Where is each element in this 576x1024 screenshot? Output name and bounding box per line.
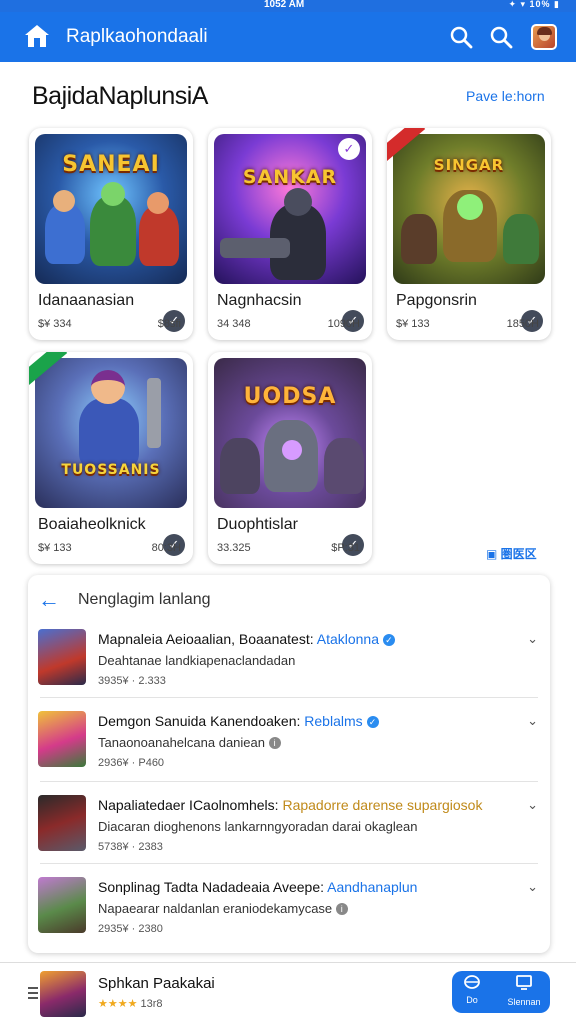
- game-thumbnail: [38, 629, 86, 685]
- info-icon: i: [335, 903, 348, 915]
- list-item-meta: 5738¥ · 2383: [98, 841, 163, 853]
- info-icon: i: [268, 737, 281, 749]
- list-item-tag[interactable]: Rapadorre darense supargiosok: [282, 797, 482, 813]
- rating: ★★★★ 13r8: [98, 997, 163, 1010]
- list-item-title: Demgon Sanuida Kanendoaken: Reblalms ✓: [98, 713, 379, 729]
- game-thumbnail: [38, 877, 86, 933]
- play-button[interactable]: Do: [462, 975, 482, 1005]
- game-name: Duophtislar: [217, 516, 298, 533]
- now-playing-bar: Sphkan Paakakai ★★★★ 13r8 Do Slennan: [0, 962, 576, 1024]
- list-item-tag[interactable]: Reblalms: [304, 713, 362, 729]
- game-card[interactable]: SANKAR ✓ ✓ Nagnhacsin 34 348 1090H: [208, 128, 372, 340]
- list-item-meta: 2936¥ · P460: [98, 757, 165, 769]
- divider: [40, 697, 538, 698]
- status-bar: 1052 AM ✦ ▾ 10% ▮: [0, 0, 576, 12]
- search-icon[interactable]: [448, 24, 474, 50]
- view-more-link[interactable]: ▣ 圏医区: [486, 545, 537, 562]
- list-item-title: Mapnaleia Aeioaalian, Boaanatest: Ataklo…: [98, 631, 395, 647]
- game-price: $¥ 334: [38, 318, 72, 330]
- app-title: Raplkaohondaali: [66, 26, 208, 47]
- game-logo: TUOSSANIS: [61, 462, 161, 478]
- list-item-description: Tanaonoanahelcana daniean i: [98, 735, 281, 750]
- game-name: Idanaanasian: [38, 292, 135, 309]
- game-card[interactable]: UODSA ✓ Duophtislar 33.325 $P:31: [208, 352, 372, 564]
- list-item[interactable]: Sonplinag Tadta Nadadeaia Aveepe: Aandha…: [28, 863, 550, 945]
- list-item-description: Diacaran dioghenons lankarnngyoradan dar…: [98, 819, 418, 834]
- status-time: 1052 AM: [264, 0, 305, 10]
- game-name: Papgonsrin: [396, 292, 477, 309]
- game-name: Nagnhacsin: [217, 292, 302, 309]
- game-price: 34 348: [217, 318, 251, 330]
- chevron-down-icon[interactable]: ⌄: [527, 713, 538, 729]
- game-thumbnail: [38, 711, 86, 767]
- game-name: Boaiaheolknick: [38, 516, 146, 533]
- list-item[interactable]: Napaliatedaer ICaolnomhels: Rapadorre da…: [28, 781, 550, 863]
- game-size: 1090H: [327, 318, 360, 330]
- favorite-badge-icon[interactable]: ✓: [338, 138, 360, 160]
- game-artwork: TUOSSANIS: [35, 358, 187, 508]
- section-title: BajidaNaplunsiA: [32, 82, 208, 110]
- app-bar: Raplkaohondaali: [0, 12, 576, 62]
- list-item-description: Napaearar naldanlan eraniodekamycase i: [98, 901, 348, 916]
- screen-button[interactable]: Slennan: [506, 975, 542, 1007]
- verified-icon: ✓: [382, 634, 395, 646]
- section-link[interactable]: Pave le:horn: [466, 88, 545, 104]
- game-price: $¥ 133: [396, 318, 430, 330]
- avatar[interactable]: [531, 24, 557, 50]
- game-logo: SANEAI: [62, 152, 160, 177]
- monitor-icon: [516, 975, 532, 990]
- search-icon-secondary[interactable]: [488, 24, 514, 50]
- game-logo: SINGAR: [433, 156, 505, 174]
- divider: [40, 781, 538, 782]
- status-icons: ✦ ▾ 10% ▮: [508, 0, 560, 9]
- game-size: $8sfi: [157, 318, 181, 330]
- divider: [40, 863, 538, 864]
- game-logo: UODSA: [243, 384, 337, 409]
- chevron-down-icon[interactable]: ⌄: [527, 631, 538, 647]
- game-logo: SANKAR: [242, 166, 338, 188]
- game-size: $P:31: [331, 542, 360, 554]
- game-price: 33.325: [217, 542, 251, 554]
- game-price: $¥ 133: [38, 542, 72, 554]
- list-item-meta: 3935¥ · 2.333: [98, 675, 166, 687]
- home-icon[interactable]: [24, 24, 50, 48]
- game-size: 1850H: [506, 318, 539, 330]
- panel-title: Nenglagim lanlang: [78, 591, 211, 608]
- verified-icon: ✓: [366, 716, 379, 728]
- game-artwork: SANEAI: [35, 134, 187, 284]
- rating-count: 13r8: [140, 998, 163, 1010]
- list-item[interactable]: Mapnaleia Aeioaalian, Boaanatest: Ataklo…: [28, 615, 550, 697]
- action-group: Do Slennan: [452, 971, 550, 1013]
- list-item[interactable]: Demgon Sanuida Kanendoaken: Reblalms ✓ T…: [28, 697, 550, 779]
- list-item-description: Deahtanae landkiapenaclandadan: [98, 653, 296, 668]
- rating-stars: ★★★★: [98, 998, 138, 1010]
- chevron-down-icon[interactable]: ⌄: [527, 879, 538, 895]
- list-item-title: Napaliatedaer ICaolnomhels: Rapadorre da…: [98, 797, 483, 813]
- game-artwork: UODSA: [214, 358, 366, 508]
- list-item-tag[interactable]: Ataklonna: [317, 631, 379, 647]
- list-item-title: Sonplinag Tadta Nadadeaia Aveepe: Aandha…: [98, 879, 418, 895]
- list-item-meta: 2935¥ · 2380: [98, 923, 163, 935]
- game-card[interactable]: SANEAI ✓ Idanaanasian $¥ 334 $8sfi: [29, 128, 193, 340]
- play-icon: [464, 975, 480, 989]
- game-thumbnail: [40, 971, 86, 1017]
- game-artwork: SINGAR: [393, 134, 545, 284]
- game-card[interactable]: TUOSSANIS ✓ Boaiaheolknick $¥ 133 80:3H: [29, 352, 193, 564]
- main-content: BajidaNaplunsiA Pave le:horn SANEAI ✓ Id…: [0, 62, 576, 962]
- game-card[interactable]: SINGAR ✓ Papgonsrin $¥ 133 1850H: [387, 128, 551, 340]
- chevron-down-icon[interactable]: ⌄: [527, 797, 538, 813]
- game-list-panel: ← Nenglagim lanlang Mapnaleia Aeioaalian…: [28, 575, 550, 953]
- list-item-tag[interactable]: Aandhanaplun: [327, 879, 417, 895]
- bottom-title: Sphkan Paakakai: [98, 975, 215, 992]
- game-thumbnail: [38, 795, 86, 851]
- menu-icon[interactable]: [28, 987, 38, 999]
- game-size: 80:3H: [151, 542, 181, 554]
- back-arrow-icon[interactable]: ←: [38, 587, 60, 613]
